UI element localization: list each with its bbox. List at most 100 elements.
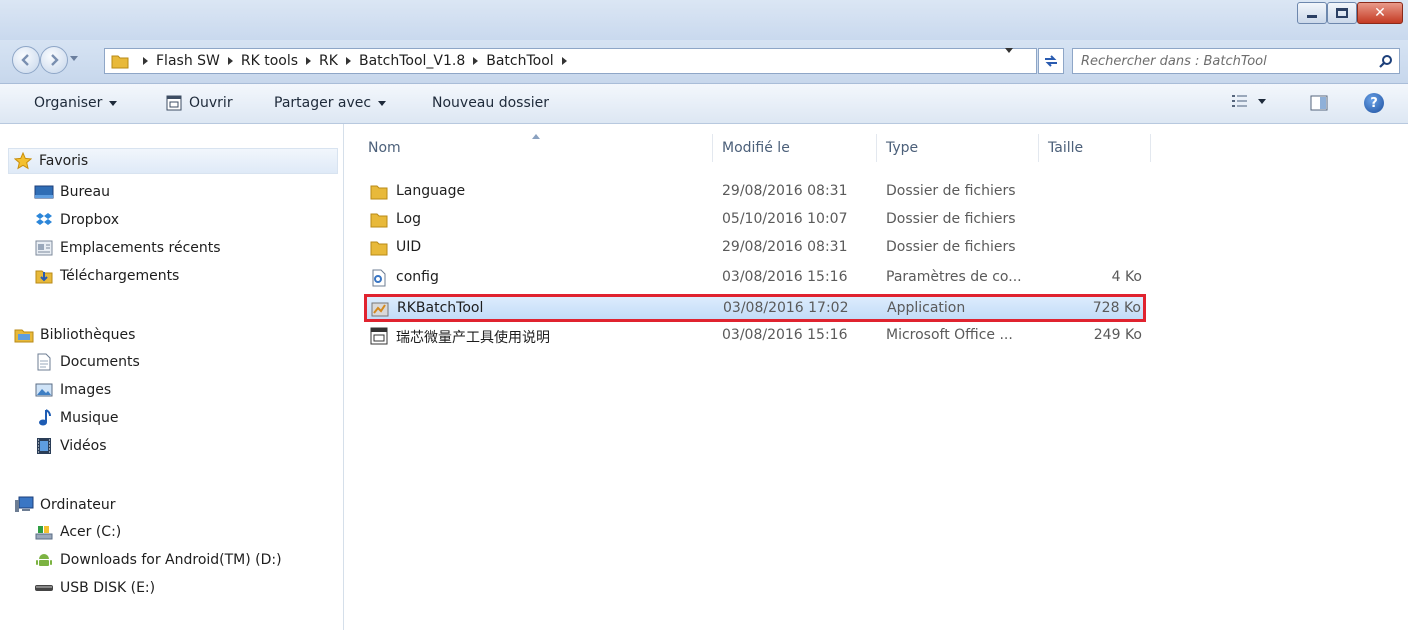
navigation-pane: Favoris Bureau Dropbox Emplacements réce…: [0, 124, 344, 630]
sidebar-item-documents[interactable]: Documents: [34, 350, 140, 374]
minimize-button[interactable]: [1297, 2, 1327, 24]
sidebar-item-label: Dropbox: [60, 212, 119, 228]
sidebar-header-label: Bibliothèques: [40, 327, 136, 343]
sidebar-item-label: Documents: [60, 354, 140, 370]
recent-pages-dropdown[interactable]: [70, 56, 78, 61]
column-divider[interactable]: [876, 134, 877, 162]
sidebar-item-label: Acer (C:): [60, 524, 122, 540]
column-header-size[interactable]: Taille: [1048, 140, 1083, 156]
back-button[interactable]: [12, 46, 40, 74]
sidebar-item-desktop[interactable]: Bureau: [34, 180, 110, 204]
column-divider[interactable]: [1038, 134, 1039, 162]
recent-places-icon: [34, 239, 54, 257]
file-name: UID: [396, 239, 422, 255]
sidebar-item-images[interactable]: Images: [34, 378, 111, 402]
search-box[interactable]: [1072, 48, 1400, 74]
file-modified: 29/08/2016 08:31: [722, 239, 848, 255]
breadcrumb-separator[interactable]: [345, 57, 351, 65]
file-modified: 03/08/2016 15:16: [722, 269, 848, 285]
file-row-language[interactable]: Language 29/08/2016 08:31 Dossier de fic…: [366, 180, 1144, 204]
help-button[interactable]: ?: [1364, 93, 1384, 113]
file-row-config[interactable]: config 03/08/2016 15:16 Paramètres de co…: [366, 266, 1144, 290]
refresh-button[interactable]: [1038, 48, 1064, 74]
column-header-modified[interactable]: Modifié le: [722, 140, 790, 156]
sidebar-item-drive-c[interactable]: Acer (C:): [34, 520, 121, 544]
new-folder-label: Nouveau dossier: [432, 95, 550, 111]
file-row-uid[interactable]: UID 29/08/2016 08:31 Dossier de fichiers: [366, 236, 1144, 260]
file-size: 249 Ko: [1093, 327, 1142, 343]
address-row: Flash SW RK tools RK BatchTool_V1.8 Batc…: [0, 40, 1408, 84]
column-divider[interactable]: [712, 134, 713, 162]
breadcrumb-batchtool[interactable]: BatchTool: [486, 53, 553, 69]
breadcrumb-separator[interactable]: [306, 57, 312, 65]
search-icon[interactable]: [1379, 54, 1393, 68]
file-modified: 03/08/2016 15:16: [722, 327, 848, 343]
sidebar-header-favorites[interactable]: Favoris: [8, 148, 338, 174]
dropbox-icon: [34, 211, 54, 229]
file-name: config: [396, 269, 439, 285]
sidebar-item-label: Vidéos: [60, 438, 107, 454]
column-divider[interactable]: [1150, 134, 1151, 162]
libraries-icon: [14, 326, 34, 344]
computer-icon: [14, 496, 34, 514]
breadcrumb-separator[interactable]: [561, 57, 567, 65]
sidebar-item-videos[interactable]: Vidéos: [34, 434, 107, 458]
address-history-dropdown[interactable]: [1005, 48, 1013, 53]
breadcrumb-rk-tools[interactable]: RK tools: [241, 53, 298, 69]
forward-button[interactable]: [40, 46, 68, 74]
new-folder-button[interactable]: Nouveau dossier: [432, 95, 549, 111]
column-header-type[interactable]: Type: [886, 140, 918, 156]
minimize-icon: [1307, 14, 1317, 18]
file-row-user-manual[interactable]: 瑞芯微量产工具使用说明 03/08/2016 15:16 Microsoft O…: [366, 324, 1144, 348]
highlight-annotation: [364, 294, 1146, 322]
command-bar: Organiser Ouvrir Partager avec Nouveau d…: [0, 84, 1408, 124]
title-bar: ✕: [0, 0, 1408, 40]
images-icon: [34, 381, 54, 399]
breadcrumb-flash-sw[interactable]: Flash SW: [156, 53, 220, 69]
office-document-icon: [370, 327, 388, 345]
sidebar-item-dropbox[interactable]: Dropbox: [34, 208, 119, 232]
search-input[interactable]: [1081, 52, 1371, 70]
sidebar-header-label: Favoris: [39, 153, 89, 169]
refresh-icon: [1045, 55, 1057, 67]
videos-icon: [34, 437, 54, 455]
file-row-log[interactable]: Log 05/10/2016 10:07 Dossier de fichiers: [366, 208, 1144, 232]
sidebar-item-downloads[interactable]: Téléchargements: [34, 264, 179, 288]
breadcrumb-separator: [143, 57, 148, 65]
breadcrumb-separator[interactable]: [473, 57, 479, 65]
breadcrumb-rk[interactable]: RK: [319, 53, 338, 69]
share-button[interactable]: Partager avec: [274, 95, 387, 111]
chevron-down-icon: [109, 100, 118, 106]
file-name: Language: [396, 183, 466, 199]
star-icon: [13, 152, 33, 170]
maximize-button[interactable]: [1327, 2, 1357, 24]
sidebar-item-music[interactable]: Musique: [34, 406, 119, 430]
config-file-icon: [372, 269, 386, 287]
sidebar-item-recent-places[interactable]: Emplacements récents: [34, 236, 221, 260]
file-modified: 05/10/2016 10:07: [722, 211, 848, 227]
sidebar-item-drive-d[interactable]: Downloads for Android(TM) (D:): [34, 548, 282, 572]
breadcrumb-batchtool-v18[interactable]: BatchTool_V1.8: [359, 53, 465, 69]
music-note-icon: [34, 409, 54, 427]
documents-icon: [34, 353, 54, 371]
preview-pane-button[interactable]: [1310, 95, 1328, 115]
sidebar-item-label: Emplacements récents: [60, 240, 221, 256]
open-button[interactable]: Ouvrir: [166, 95, 233, 111]
folder-icon: [370, 185, 388, 200]
address-bar[interactable]: Flash SW RK tools RK BatchTool_V1.8 Batc…: [104, 48, 1037, 74]
sidebar-item-label: USB DISK (E:): [60, 580, 156, 596]
sidebar-header-libraries[interactable]: Bibliothèques: [10, 322, 135, 348]
change-view-button[interactable]: [1232, 94, 1266, 108]
sidebar-item-drive-e[interactable]: USB DISK (E:): [34, 576, 155, 600]
file-type: Microsoft Office ...: [886, 327, 1013, 343]
close-button[interactable]: ✕: [1357, 2, 1403, 24]
column-header-name[interactable]: Nom: [368, 140, 401, 156]
sidebar-item-label: Downloads for Android(TM) (D:): [60, 552, 282, 568]
sidebar-item-label: Images: [60, 382, 112, 398]
close-icon: ✕: [1374, 5, 1386, 21]
organise-button[interactable]: Organiser: [34, 95, 118, 111]
sidebar-header-computer[interactable]: Ordinateur: [10, 492, 116, 518]
file-name: Log: [396, 211, 422, 227]
file-modified: 29/08/2016 08:31: [722, 183, 848, 199]
breadcrumb-separator[interactable]: [227, 57, 233, 65]
